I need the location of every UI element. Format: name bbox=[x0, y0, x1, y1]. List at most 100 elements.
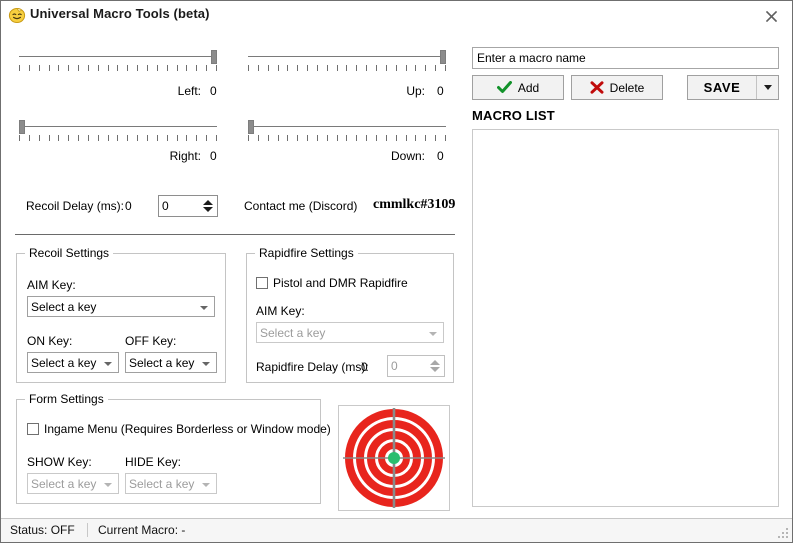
rapidfire-delay-stepper-arrows[interactable] bbox=[426, 356, 443, 376]
hide-key-select[interactable]: Select a key bbox=[125, 473, 217, 494]
macro-list[interactable] bbox=[472, 129, 779, 507]
status-badge: Status: OFF bbox=[10, 523, 75, 537]
rapidfire-delay-stepper-value: 0 bbox=[391, 359, 398, 373]
rapidfire-settings-legend: Rapidfire Settings bbox=[255, 246, 358, 260]
rapidfire-delay-stepper[interactable]: 0 bbox=[387, 355, 445, 377]
stepper-up-icon[interactable] bbox=[429, 360, 440, 365]
rapidfire-aim-key-label: AIM Key: bbox=[256, 304, 305, 318]
slider-up-label: Up: bbox=[406, 84, 425, 98]
recoil-delay-label: Recoil Delay (ms): bbox=[26, 199, 125, 213]
recoil-off-key-select[interactable]: Select a key bbox=[125, 352, 217, 373]
title-bar: Universal Macro Tools (beta) bbox=[1, 1, 792, 30]
status-divider bbox=[87, 523, 88, 537]
macro-list-title: MACRO LIST bbox=[472, 108, 555, 123]
recoil-delay-display-value: 0 bbox=[125, 199, 132, 213]
status-bar: Status: OFF Current Macro: - bbox=[1, 518, 792, 542]
chevron-down-icon[interactable] bbox=[200, 306, 208, 310]
slider-up-ticks bbox=[248, 65, 446, 72]
stepper-up-icon[interactable] bbox=[202, 200, 213, 205]
contact-label: Contact me (Discord) bbox=[244, 199, 358, 213]
slider-down-label: Down: bbox=[390, 149, 425, 163]
form-settings-group: Form Settings Ingame Menu (Requires Bord… bbox=[16, 392, 331, 504]
red-x-icon bbox=[590, 81, 604, 94]
recoil-off-key-label: OFF Key: bbox=[125, 334, 177, 348]
chevron-down-icon[interactable] bbox=[763, 85, 772, 90]
rapidfire-delay-display-value: 0 bbox=[361, 360, 368, 374]
recoil-off-key-value: Select a key bbox=[129, 356, 195, 370]
smiley-face-icon bbox=[8, 6, 26, 24]
rapidfire-settings-group: Rapidfire Settings Pistol and DMR Rapidf… bbox=[246, 246, 454, 383]
slider-right-label: Right: bbox=[169, 149, 201, 163]
recoil-aim-key-value: Select a key bbox=[31, 300, 97, 314]
chevron-down-icon[interactable] bbox=[202, 362, 210, 366]
pistol-dmr-rapidfire-label: Pistol and DMR Rapidfire bbox=[273, 276, 408, 290]
slider-right-thumb[interactable] bbox=[19, 120, 25, 134]
slider-right-ticks bbox=[19, 135, 217, 142]
resize-grip[interactable] bbox=[776, 526, 789, 539]
slider-up-track bbox=[248, 56, 446, 57]
slider-left-thumb[interactable] bbox=[211, 50, 217, 64]
slider-left-value: 0 bbox=[210, 84, 217, 98]
checkbox-box[interactable] bbox=[27, 423, 39, 435]
save-button[interactable]: SAVE bbox=[687, 75, 779, 100]
slider-down[interactable] bbox=[248, 118, 446, 148]
recoil-on-key-value: Select a key bbox=[31, 356, 97, 370]
chevron-down-icon[interactable] bbox=[104, 362, 112, 366]
slider-right[interactable] bbox=[19, 118, 217, 148]
slider-left[interactable] bbox=[19, 48, 217, 78]
save-button-label: SAVE bbox=[703, 80, 741, 95]
hide-key-label: HIDE Key: bbox=[125, 455, 182, 469]
slider-down-value: 0 bbox=[437, 149, 444, 163]
slider-up-thumb[interactable] bbox=[440, 50, 446, 64]
chevron-down-icon[interactable] bbox=[202, 483, 210, 487]
section-divider bbox=[15, 234, 455, 235]
add-macro-button[interactable]: Add bbox=[472, 75, 564, 100]
stepper-down-icon[interactable] bbox=[429, 367, 440, 372]
hide-key-value: Select a key bbox=[129, 477, 195, 491]
slider-left-label: Left: bbox=[177, 84, 201, 98]
form-settings-legend: Form Settings bbox=[25, 392, 108, 406]
rapidfire-aim-key-select[interactable]: Select a key bbox=[256, 322, 444, 343]
ingame-menu-label: Ingame Menu (Requires Borderless or Wind… bbox=[44, 422, 331, 436]
show-key-value: Select a key bbox=[31, 477, 97, 491]
slider-down-ticks bbox=[248, 135, 446, 142]
slider-down-thumb[interactable] bbox=[248, 120, 254, 134]
window-title: Universal Macro Tools (beta) bbox=[30, 6, 210, 21]
delete-macro-button[interactable]: Delete bbox=[571, 75, 663, 100]
ingame-menu-checkbox[interactable]: Ingame Menu (Requires Borderless or Wind… bbox=[27, 422, 331, 436]
slider-up[interactable] bbox=[248, 48, 446, 78]
chevron-down-icon[interactable] bbox=[429, 332, 437, 336]
slider-right-track bbox=[19, 126, 217, 127]
close-icon[interactable] bbox=[754, 4, 788, 28]
rapidfire-aim-key-value: Select a key bbox=[260, 326, 326, 340]
recoil-delay-stepper[interactable]: 0 bbox=[158, 195, 218, 217]
stepper-down-icon[interactable] bbox=[202, 207, 213, 212]
save-dropdown-toggle[interactable] bbox=[756, 76, 778, 99]
rapidfire-delay-label: Rapidfire Delay (ms): bbox=[256, 360, 369, 374]
recoil-aim-key-label: AIM Key: bbox=[27, 278, 76, 292]
recoil-aim-key-select[interactable]: Select a key bbox=[27, 296, 215, 317]
slider-left-track bbox=[19, 56, 217, 57]
recoil-delay-stepper-arrows[interactable] bbox=[199, 196, 216, 216]
current-macro-status: Current Macro: - bbox=[98, 523, 186, 537]
slider-right-value: 0 bbox=[210, 149, 217, 163]
bullseye-target-image bbox=[338, 405, 450, 511]
recoil-on-key-label: ON Key: bbox=[27, 334, 73, 348]
macro-name-input-value: Enter a macro name bbox=[477, 51, 586, 65]
add-macro-label: Add bbox=[517, 80, 540, 95]
slider-down-track bbox=[248, 126, 446, 127]
recoil-settings-group: Recoil Settings AIM Key: Select a key ON… bbox=[16, 246, 226, 383]
pistol-dmr-rapidfire-checkbox[interactable]: Pistol and DMR Rapidfire bbox=[256, 276, 408, 290]
show-key-select[interactable]: Select a key bbox=[27, 473, 119, 494]
checkbox-box[interactable] bbox=[256, 277, 268, 289]
chevron-down-icon[interactable] bbox=[104, 483, 112, 487]
application-window: Universal Macro Tools (beta) Left: 0 Up:… bbox=[0, 0, 793, 543]
recoil-on-key-select[interactable]: Select a key bbox=[27, 352, 119, 373]
delete-macro-label: Delete bbox=[609, 80, 645, 95]
show-key-label: SHOW Key: bbox=[27, 455, 92, 469]
slider-up-value: 0 bbox=[437, 84, 444, 98]
green-check-icon bbox=[496, 81, 512, 94]
recoil-settings-legend: Recoil Settings bbox=[25, 246, 114, 260]
slider-left-ticks bbox=[19, 65, 217, 72]
macro-name-input[interactable]: Enter a macro name bbox=[472, 47, 779, 69]
